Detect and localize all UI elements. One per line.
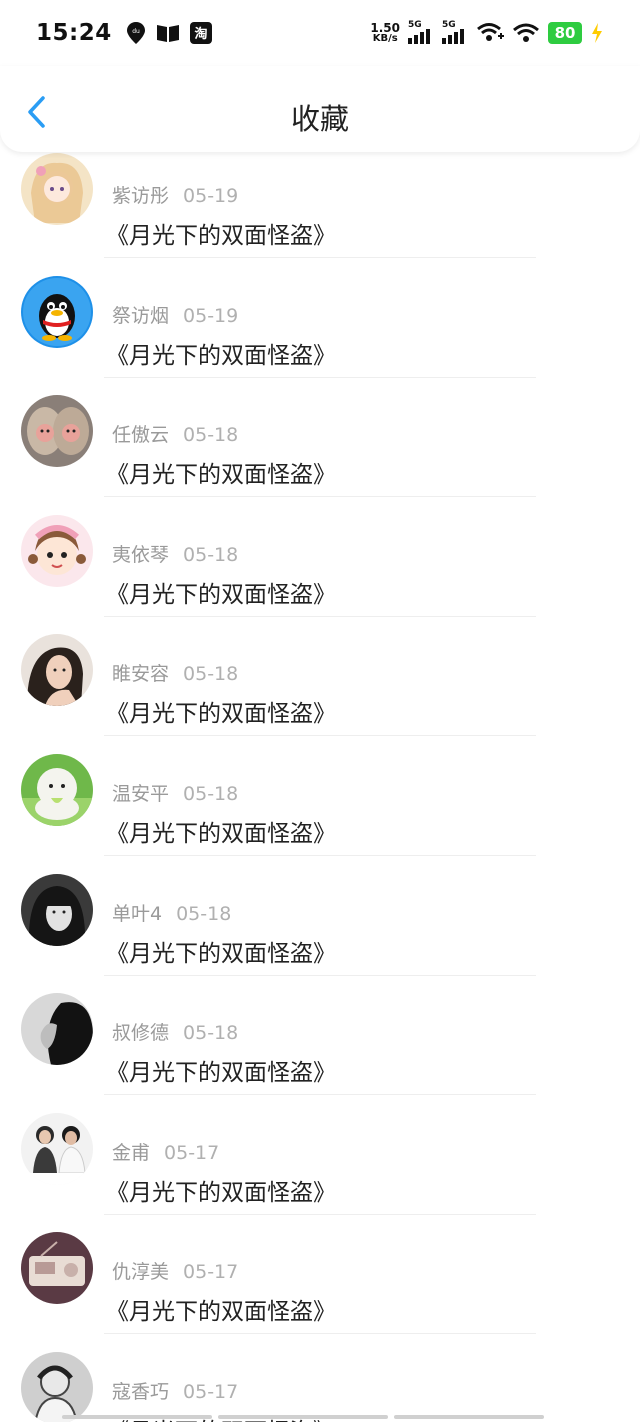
user-name: 夷依琴 (112, 543, 170, 566)
monkeys-avatar[interactable] (21, 395, 93, 468)
status-time: 15:24 (36, 20, 112, 46)
qq-penguin-avatar[interactable] (21, 275, 93, 348)
item-meta: 叔修德 05-18 (112, 1018, 238, 1045)
book-icon (156, 23, 180, 43)
item-title[interactable]: 《月光下的双面怪盗》 (106, 1053, 336, 1087)
signal-5g-1-icon: 5G (408, 20, 434, 44)
user-name: 仇淳美 (112, 1261, 170, 1284)
item-title[interactable]: 《月光下的双面怪盗》 (106, 575, 336, 609)
user-name: 任傲云 (112, 424, 170, 447)
list-item[interactable]: 温安平 05-18 《月光下的双面怪盗》 (0, 737, 640, 857)
list-item[interactable]: 寇香巧05-17 《月光下的双面怪盗》 (0, 1335, 640, 1422)
user-name: 叔修德 (112, 1022, 170, 1045)
item-meta: 仇淳美 05-17 (112, 1257, 238, 1284)
app-header: 收藏 (0, 66, 640, 152)
user-name: 单叶4 (112, 902, 163, 925)
network-speed: 1.50 KB/s (370, 22, 400, 44)
item-title[interactable]: 《月光下的双面怪盗》 (106, 694, 336, 728)
wifi-plus-icon (476, 22, 504, 44)
anime-girl-avatar[interactable] (21, 153, 93, 225)
item-meta: 温安平 05-18 (112, 779, 238, 806)
item-meta: 寇香巧 05-17 (112, 1377, 238, 1404)
item-title[interactable]: 《月光下的双面怪盗》 (106, 1173, 336, 1207)
item-title[interactable]: 《月光下的双面怪盗》 (106, 216, 336, 250)
item-date: 05-18 (183, 783, 239, 805)
sketch-avatar[interactable] (21, 1352, 93, 1422)
svg-text:du: du (132, 28, 140, 35)
item-meta: 单叶4 05-18 (112, 899, 231, 926)
item-date: 05-18 (183, 1022, 239, 1045)
item-date: 05-17 (183, 1261, 239, 1284)
item-date: 05-19 (183, 185, 239, 207)
list-item[interactable]: 任傲云 05-18 《月光下的双面怪盗》 (0, 378, 640, 498)
user-name: 祭访烟 (112, 304, 170, 327)
signal-5g-2-icon: 5G (442, 20, 468, 44)
battery-indicator: 80 (548, 22, 582, 44)
item-meta: 睢安容 05-18 (112, 659, 238, 686)
plush-toy-avatar[interactable] (21, 754, 93, 826)
item-title[interactable]: 《月光下的双面怪盗》 (106, 934, 336, 968)
page-title: 收藏 (290, 102, 349, 136)
woman-photo-avatar[interactable] (21, 634, 93, 707)
user-name: 睢安容 (112, 663, 170, 686)
user-name: 寇香巧 (112, 1381, 170, 1403)
list-item[interactable]: 叔修德 05-18 《月光下的双面怪盗》 (0, 976, 640, 1096)
wifi-icon (512, 22, 540, 44)
list-item[interactable]: 金甫 05-17 《月光下的双面怪盗》 (0, 1096, 640, 1216)
item-date: 05-18 (183, 663, 239, 686)
bw-girl-avatar[interactable] (21, 873, 93, 946)
status-right: 1.50 KB/s 5G 5G 80 (370, 20, 604, 44)
status-bar: 15:24 du 淘 1.50 KB/s 5G 5G 80 (0, 0, 640, 66)
item-title[interactable]: 《月光下的双面怪盗》 (106, 455, 336, 489)
item-title[interactable]: 《月光下的双面怪盗》 (106, 336, 336, 370)
item-date: 05-19 (183, 304, 239, 327)
item-title[interactable]: 《月光下的双面怪盗》 (106, 1292, 336, 1326)
user-name: 金甫 (112, 1141, 151, 1164)
list-item[interactable]: 夷依琴 05-18 《月光下的双面怪盗》 (0, 498, 640, 618)
cartoon-girl-avatar[interactable] (21, 514, 93, 587)
favorites-list: 紫访彤 05-19 《月光下的双面怪盗》 祭访烟 05-19 《月光下的双面怪盗》 … (0, 152, 640, 1422)
item-meta: 任傲云 05-18 (112, 420, 238, 447)
charging-icon (590, 22, 604, 44)
radio-avatar[interactable] (21, 1232, 93, 1305)
list-item[interactable]: 睢安容 05-18 《月光下的双面怪盗》 (0, 617, 640, 737)
user-name: 温安平 (112, 783, 170, 805)
user-name: 紫访彤 (112, 185, 170, 207)
item-date: 05-17 (164, 1141, 220, 1164)
list-item[interactable]: 单叶4 05-18 《月光下的双面怪盗》 (0, 857, 640, 977)
list-item[interactable]: 祭访烟 05-19 《月光下的双面怪盗》 (0, 259, 640, 379)
item-date: 05-18 (183, 543, 239, 566)
item-date: 05-17 (183, 1381, 239, 1403)
list-item[interactable]: 仇淳美 05-17 《月光下的双面怪盗》 (0, 1215, 640, 1335)
list-item[interactable]: 紫访彤 05-19 《月光下的双面怪盗》 (0, 152, 640, 259)
item-title[interactable]: 《月光下的双面怪盗》 (106, 814, 336, 848)
taobao-icon: 淘 (189, 22, 212, 44)
item-date: 05-18 (183, 424, 239, 447)
item-meta: 金甫 05-17 (112, 1138, 219, 1165)
status-left: 15:24 du 淘 (36, 20, 212, 46)
item-date: 05-18 (176, 902, 232, 925)
baidu-map-icon: du (126, 21, 146, 45)
item-meta: 祭访烟 05-19 (112, 301, 238, 328)
bw-profile-avatar[interactable] (21, 993, 93, 1066)
svg-text:淘: 淘 (194, 26, 207, 42)
scroll-indicator (62, 1415, 572, 1419)
couple-photo-avatar[interactable] (21, 1112, 93, 1185)
net-speed-unit: KB/s (372, 33, 398, 44)
item-meta: 紫访彤 05-19 (112, 181, 238, 208)
item-meta: 夷依琴 05-18 (112, 540, 238, 567)
